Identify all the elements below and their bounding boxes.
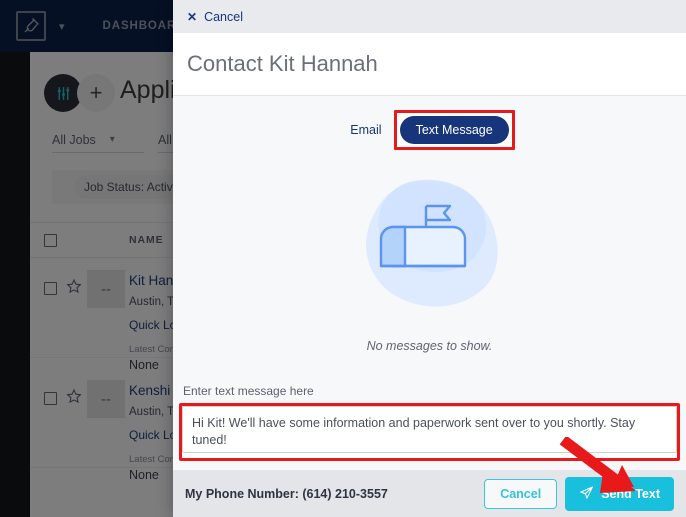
cancel-button[interactable]: Cancel [484,478,558,509]
modal-title: Contact Kit Hannah [187,51,378,76]
modal-top-bar: ✕ Cancel [173,0,686,33]
compose-label: Enter text message here [183,384,314,398]
paper-plane-icon [579,485,594,503]
tab-text-message[interactable]: Text Message [399,116,509,144]
send-text-label: Send Text [601,486,660,501]
modal-body: Email Text Message No messages to show. … [173,96,686,470]
compose-highlight [179,403,680,461]
mailbox-icon [365,179,498,307]
modal-footer: My Phone Number: (614) 210-3557 Cancel S… [173,470,686,517]
close-icon[interactable]: ✕ [187,11,197,23]
modal-title-bar: Contact Kit Hannah [173,33,686,96]
empty-state-message: No messages to show. [366,339,493,353]
screen-root: ▾ DASHBOARD + Applicants All Jobs [0,0,686,517]
send-text-button[interactable]: Send Text [565,476,674,511]
text-message-input[interactable] [182,406,677,453]
channel-tabs: Email Text Message [173,110,686,150]
contact-modal: ✕ Cancel Contact Kit Hannah Email Text M… [173,0,686,517]
my-phone-number: My Phone Number: (614) 210-3557 [185,486,388,501]
tab-email[interactable]: Email [344,123,387,137]
text-message-highlight: Text Message [393,110,515,150]
modal-cancel-link[interactable]: Cancel [204,10,243,24]
empty-state: No messages to show. [173,158,686,353]
